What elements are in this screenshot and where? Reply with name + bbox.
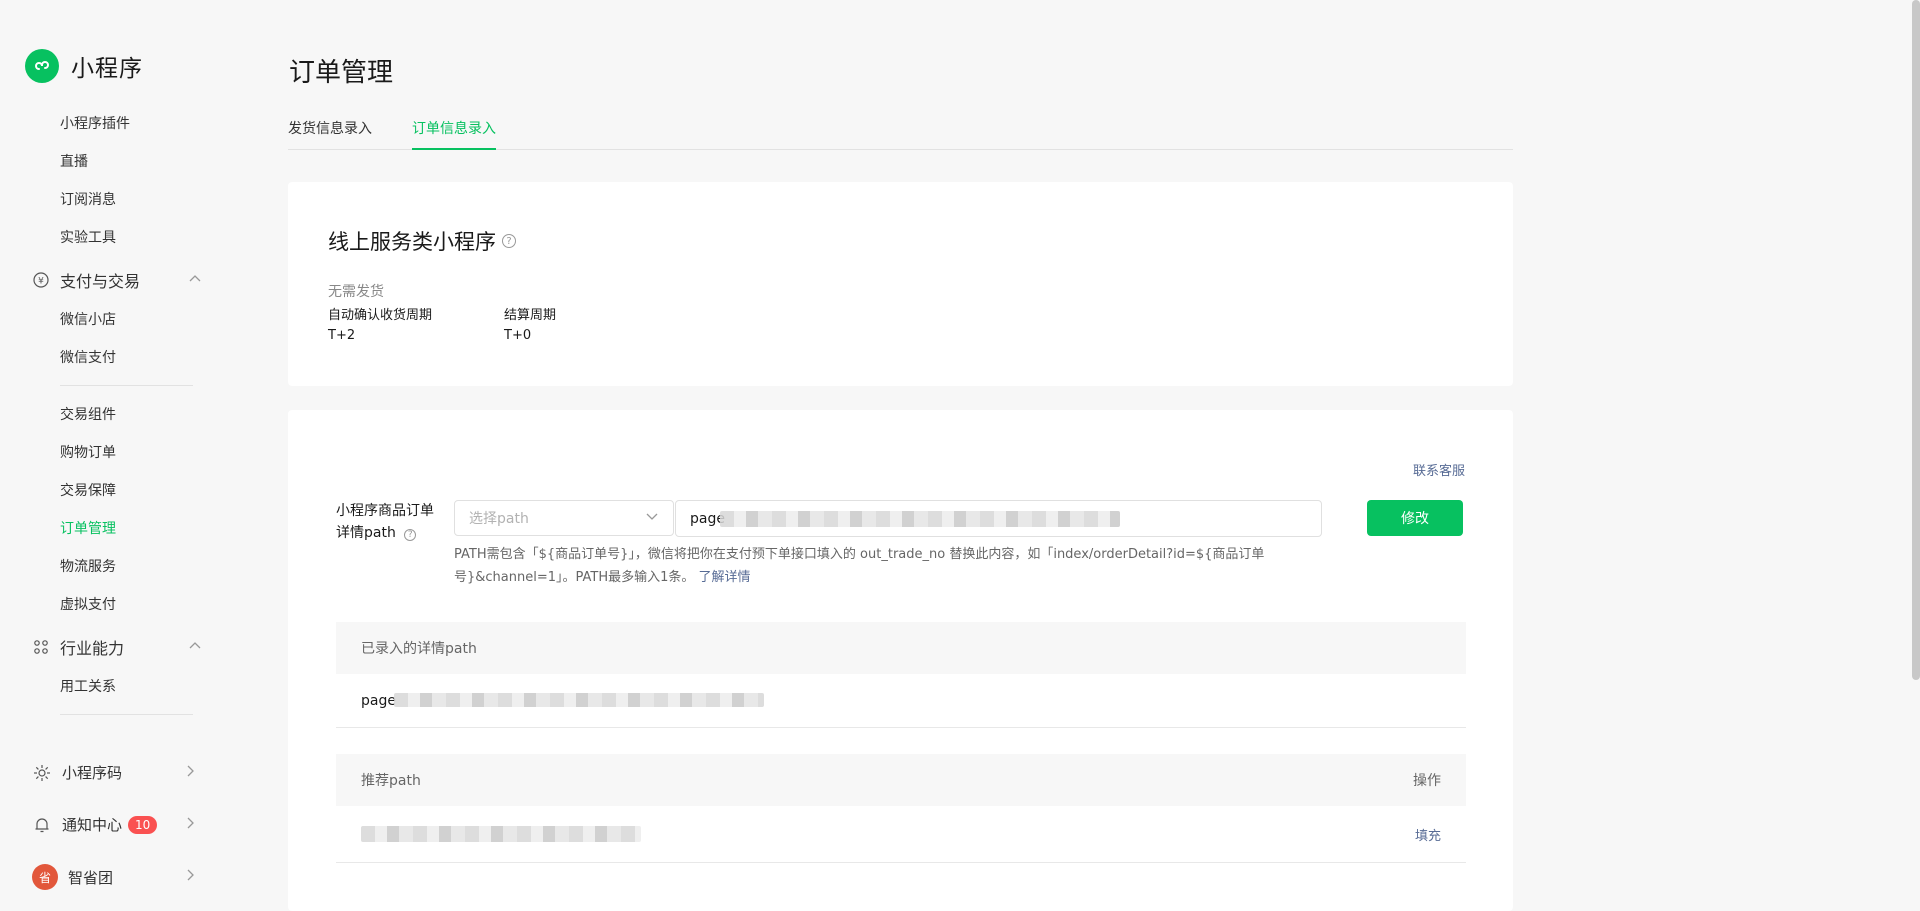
sidebar-group-industry[interactable]: 行业能力 (32, 635, 202, 659)
mini-program-logo-icon (25, 49, 59, 83)
path-hint-text: PATH需包含「${商品订单号}」，微信将把你在支付预下单接口填入的 out_t… (454, 547, 1265, 585)
redacted-path-text (361, 826, 641, 842)
auto-confirm-period: 自动确认收货周期 T+2 (328, 306, 432, 346)
sidebar-item-label: 小程序码 (62, 764, 123, 782)
sidebar-item-account[interactable]: 省 智省团 (32, 864, 197, 890)
sidebar-item-subscribe-message[interactable]: 订阅消息 (60, 190, 116, 210)
notification-count-badge: 10 (128, 815, 158, 834)
sidebar-item-label: 通知中心 (62, 816, 123, 834)
help-icon[interactable]: ? (404, 529, 417, 541)
recorded-path-value: page (361, 692, 396, 709)
contact-support-link[interactable]: 联系客服 (1413, 460, 1465, 479)
yen-circle-icon: ¥ (32, 271, 50, 289)
service-type-title-row: 线上服务类小程序 ? (328, 226, 516, 256)
tab-bar: 发货信息录入 订单信息录入 (288, 110, 1513, 150)
operation-header: 操作 (1413, 773, 1441, 789)
redacted-path-text (720, 511, 1120, 527)
page-title: 订单管理 (289, 58, 394, 88)
chevron-up-icon[interactable] (188, 638, 202, 657)
order-detail-path-label: 小程序商品订单详情path ? (336, 500, 446, 544)
bell-icon (32, 815, 52, 835)
sidebar-item-trade-guarantee[interactable]: 交易保障 (60, 481, 116, 501)
sidebar-item-order-management[interactable]: 订单管理 (60, 519, 116, 539)
svg-text:¥: ¥ (38, 277, 44, 287)
sidebar: 小程序 小程序插件 直播 订阅消息 实验工具 ¥ 支付与交易 微信小店 微信支付… (0, 0, 230, 911)
table-header: 推荐path 操作 (336, 754, 1466, 806)
tab-shipping-info[interactable]: 发货信息录入 (288, 118, 372, 148)
sidebar-item-wechat-shop[interactable]: 微信小店 (60, 310, 116, 330)
modify-button[interactable]: 修改 (1367, 500, 1463, 536)
path-select-placeholder: 选择path (469, 511, 529, 527)
path-hint: PATH需包含「${商品订单号}」，微信将把你在支付预下单接口填入的 out_t… (454, 543, 1324, 589)
sidebar-group-label: 支付与交易 (60, 272, 141, 291)
sidebar-item-plugins[interactable]: 小程序插件 (60, 114, 130, 134)
brand-name: 小程序 (71, 56, 143, 82)
service-type-subtitle: 无需发货 (328, 284, 384, 300)
auto-confirm-label: 自动确认收货周期 (328, 308, 433, 323)
brand[interactable]: 小程序 (25, 49, 143, 83)
sidebar-item-shopping-orders[interactable]: 购物订单 (60, 443, 116, 463)
recommended-path-header: 推荐path (361, 773, 421, 789)
sidebar-item-employment[interactable]: 用工关系 (60, 677, 116, 697)
auto-confirm-value: T+2 (328, 328, 356, 343)
chevron-right-icon (183, 764, 197, 782)
sidebar-item-logistics[interactable]: 物流服务 (60, 557, 116, 577)
sidebar-item-trade-component[interactable]: 交易组件 (60, 405, 116, 425)
redacted-path-text (394, 693, 764, 707)
table-row: page (336, 674, 1466, 728)
sidebar-divider (60, 385, 193, 386)
chevron-right-icon (183, 868, 197, 886)
sun-icon (32, 763, 52, 783)
sidebar-item-qrcode[interactable]: 小程序码 (32, 762, 197, 783)
chevron-down-icon (645, 509, 659, 527)
fill-link[interactable]: 填充 (1415, 825, 1441, 844)
sidebar-item-notifications[interactable]: 通知中心 10 (32, 814, 197, 835)
table-header: 已录入的详情path (336, 622, 1466, 674)
chevron-up-icon[interactable] (188, 271, 202, 290)
service-type-title: 线上服务类小程序 (328, 230, 496, 254)
order-detail-path-label-text: 小程序商品订单详情path (336, 503, 434, 541)
path-select[interactable]: 选择path (454, 500, 674, 536)
settlement-label: 结算周期 (504, 308, 557, 323)
chevron-right-icon (183, 816, 197, 834)
nodes-icon (32, 638, 50, 656)
recommended-path-table: 推荐path 操作 填充 (336, 754, 1466, 863)
table-row: 填充 (336, 806, 1466, 863)
sidebar-item-virtual-payment[interactable]: 虚拟支付 (60, 595, 116, 615)
tab-order-info[interactable]: 订单信息录入 (412, 118, 496, 150)
page-scrollbar[interactable] (1912, 0, 1920, 680)
sidebar-group-payment[interactable]: ¥ 支付与交易 (32, 268, 202, 292)
service-type-card: 线上服务类小程序 ? 无需发货 自动确认收货周期 T+2 结算周期 T+0 (288, 182, 1513, 386)
help-icon[interactable]: ? (502, 234, 516, 248)
recorded-path-header: 已录入的详情path (361, 641, 477, 657)
sidebar-item-live[interactable]: 直播 (60, 152, 88, 172)
account-name: 智省团 (68, 868, 114, 887)
learn-more-link[interactable]: 了解详情 (699, 570, 751, 585)
settlement-period: 结算周期 T+0 (504, 306, 556, 346)
settlement-value: T+0 (504, 328, 532, 343)
sidebar-item-wechat-pay[interactable]: 微信支付 (60, 348, 116, 368)
sidebar-group-label: 行业能力 (60, 639, 125, 658)
order-path-card: 联系客服 小程序商品订单详情path ? 选择path 修改 PATH需包含「$… (288, 410, 1513, 911)
sidebar-item-lab-tools[interactable]: 实验工具 (60, 228, 116, 248)
avatar-icon: 省 (32, 864, 58, 890)
recorded-path-table: 已录入的详情path page (336, 622, 1466, 728)
sidebar-divider (60, 714, 193, 715)
